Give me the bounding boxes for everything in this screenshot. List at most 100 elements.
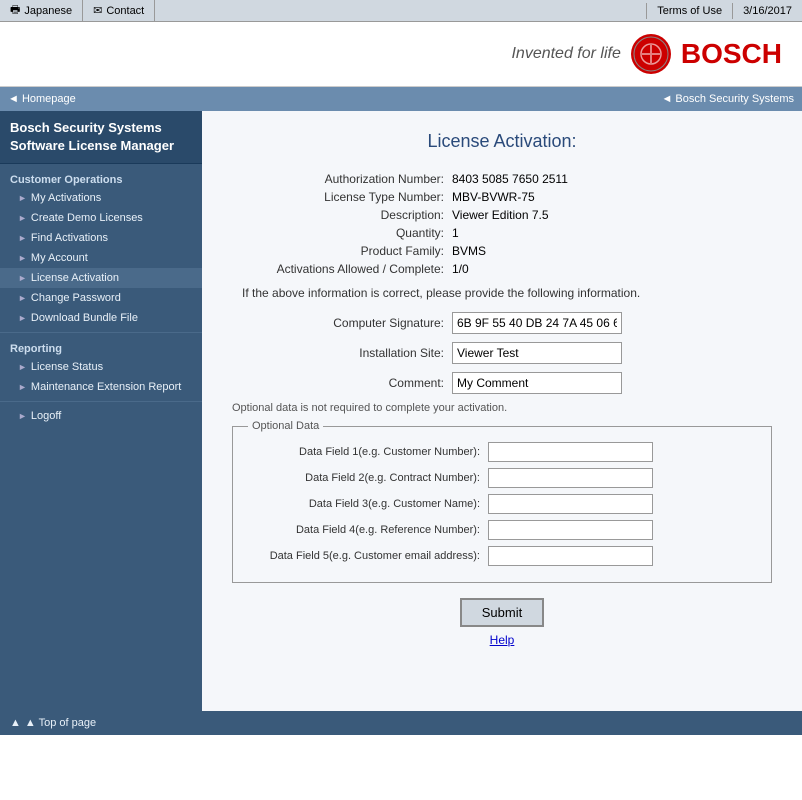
info-row-desc: Description: Viewer Edition 7.5 [232,208,772,222]
signature-label: Computer Signature: [232,316,452,330]
logoff-label: Logoff [31,410,61,422]
top-of-page-link[interactable]: ▲ ▲ Top of page [10,717,96,729]
arrow-icon: ► [18,293,27,303]
optional-fieldset: Optional Data Data Field 1(e.g. Customer… [232,420,772,583]
info-row-auth: Authorization Number: 8403 5085 7650 251… [232,172,772,186]
maintenance-report-label: Maintenance Extension Report [31,381,181,393]
data-field-3-input[interactable] [488,494,653,514]
help-link[interactable]: Help [232,633,772,647]
arrow-icon: ► [18,411,27,421]
desc-value: Viewer Edition 7.5 [452,208,549,222]
license-status-label: License Status [31,361,103,373]
sidebar: Bosch Security Systems Software License … [0,111,202,711]
tagline: Invented for life [511,45,620,63]
optional-row-5: Data Field 5(e.g. Customer email address… [248,546,756,566]
optional-text: Optional data is not required to complet… [232,402,772,414]
japanese-label: Japanese [24,5,72,17]
optional-row-2: Data Field 2(e.g. Contract Number): [248,468,756,488]
type-value: MBV-BVWR-75 [452,190,535,204]
my-account-label: My Account [31,252,88,264]
contact-link[interactable]: ✉ Contact [83,0,155,22]
data-field-5-input[interactable] [488,546,653,566]
sidebar-item-find-activations[interactable]: ► Find Activations [0,228,202,248]
create-demo-label: Create Demo Licenses [31,212,143,224]
optional-row-4: Data Field 4(e.g. Reference Number): [248,520,756,540]
sidebar-title-line2: Software License Manager [10,137,192,155]
qty-label: Quantity: [232,226,452,240]
installation-site-input[interactable] [452,342,622,364]
comment-input[interactable] [452,372,622,394]
sidebar-item-my-account[interactable]: ► My Account [0,248,202,268]
data-field-1-input[interactable] [488,442,653,462]
sidebar-item-maintenance-report[interactable]: ► Maintenance Extension Report [0,377,202,397]
auth-value: 8403 5085 7650 2511 [452,172,568,186]
form-section: Computer Signature: Installation Site: C… [232,312,772,394]
auth-label: Authorization Number: [232,172,452,186]
arrow-icon: ► [18,233,27,243]
sidebar-item-logoff[interactable]: ► Logoff [0,406,202,426]
date-display: 3/16/2017 [732,3,802,19]
sidebar-title-line1: Bosch Security Systems [10,119,192,137]
form-row-signature: Computer Signature: [232,312,772,334]
sidebar-item-license-activation[interactable]: ► License Activation [0,268,202,288]
find-activations-label: Find Activations [31,232,108,244]
info-row-activations: Activations Allowed / Complete: 1/0 [232,262,772,276]
sidebar-item-create-demo[interactable]: ► Create Demo Licenses [0,208,202,228]
optional-legend: Optional Data [248,420,323,432]
japanese-link[interactable]: 🖶 Japanese [0,0,83,22]
data-field-2-input[interactable] [488,468,653,488]
bosch-security-breadcrumb[interactable]: ◄ Bosch Security Systems [661,93,794,105]
submit-button[interactable]: Submit [460,598,544,627]
instruction-text: If the above information is correct, ple… [232,286,772,300]
top-bar-right: Terms of Use 3/16/2017 [646,3,802,19]
license-activation-label: License Activation [31,272,119,284]
data-field-1-label: Data Field 1(e.g. Customer Number): [248,446,488,458]
sidebar-item-license-status[interactable]: ► License Status [0,357,202,377]
family-label: Product Family: [232,244,452,258]
activations-label: Activations Allowed / Complete: [232,262,452,276]
main-layout: Bosch Security Systems Software License … [0,111,802,711]
change-password-label: Change Password [31,292,121,304]
arrow-icon: ► [18,253,27,263]
sidebar-divider-2 [0,401,202,402]
arrow-icon: ► [18,382,27,392]
terms-label: Terms of Use [657,5,722,17]
sidebar-item-change-password[interactable]: ► Change Password [0,288,202,308]
bosch-logo-circle [631,34,671,74]
desc-label: Description: [232,208,452,222]
arrow-icon: ► [18,273,27,283]
data-field-4-input[interactable] [488,520,653,540]
brand-area: Invented for life BOSCH [511,34,782,74]
my-activations-label: My Activations [31,192,101,204]
page-title: License Activation: [232,131,772,152]
download-bundle-label: Download Bundle File [31,312,138,324]
data-field-4-label: Data Field 4(e.g. Reference Number): [248,524,488,536]
info-row-type: License Type Number: MBV-BVWR-75 [232,190,772,204]
type-label: License Type Number: [232,190,452,204]
sidebar-title: Bosch Security Systems Software License … [0,111,202,164]
homepage-breadcrumb[interactable]: ◄ Homepage [8,93,76,105]
header: Invented for life BOSCH [0,22,802,87]
data-field-3-label: Data Field 3(e.g. Customer Name): [248,498,488,510]
computer-signature-input[interactable] [452,312,622,334]
customer-ops-section: Customer Operations [0,168,202,188]
sidebar-divider [0,332,202,333]
footer: ▲ ▲ Top of page [0,711,802,735]
email-icon: ✉ [93,4,102,17]
qty-value: 1 [452,226,459,240]
print-icon: 🖶 [10,1,20,20]
terms-link[interactable]: Terms of Use [646,3,732,19]
form-row-installation: Installation Site: [232,342,772,364]
form-row-comment: Comment: [232,372,772,394]
breadcrumb-bar: ◄ Homepage ◄ Bosch Security Systems [0,87,802,111]
comment-label: Comment: [232,376,452,390]
arrow-icon: ► [18,362,27,372]
top-bar: 🖶 Japanese ✉ Contact Terms of Use 3/16/2… [0,0,802,22]
date-value: 3/16/2017 [743,5,792,17]
reporting-section: Reporting [0,337,202,357]
sidebar-item-download-bundle[interactable]: ► Download Bundle File [0,308,202,328]
contact-label: Contact [106,5,144,17]
arrow-icon: ► [18,193,27,203]
sidebar-item-my-activations[interactable]: ► My Activations [0,188,202,208]
data-field-5-label: Data Field 5(e.g. Customer email address… [248,550,488,562]
